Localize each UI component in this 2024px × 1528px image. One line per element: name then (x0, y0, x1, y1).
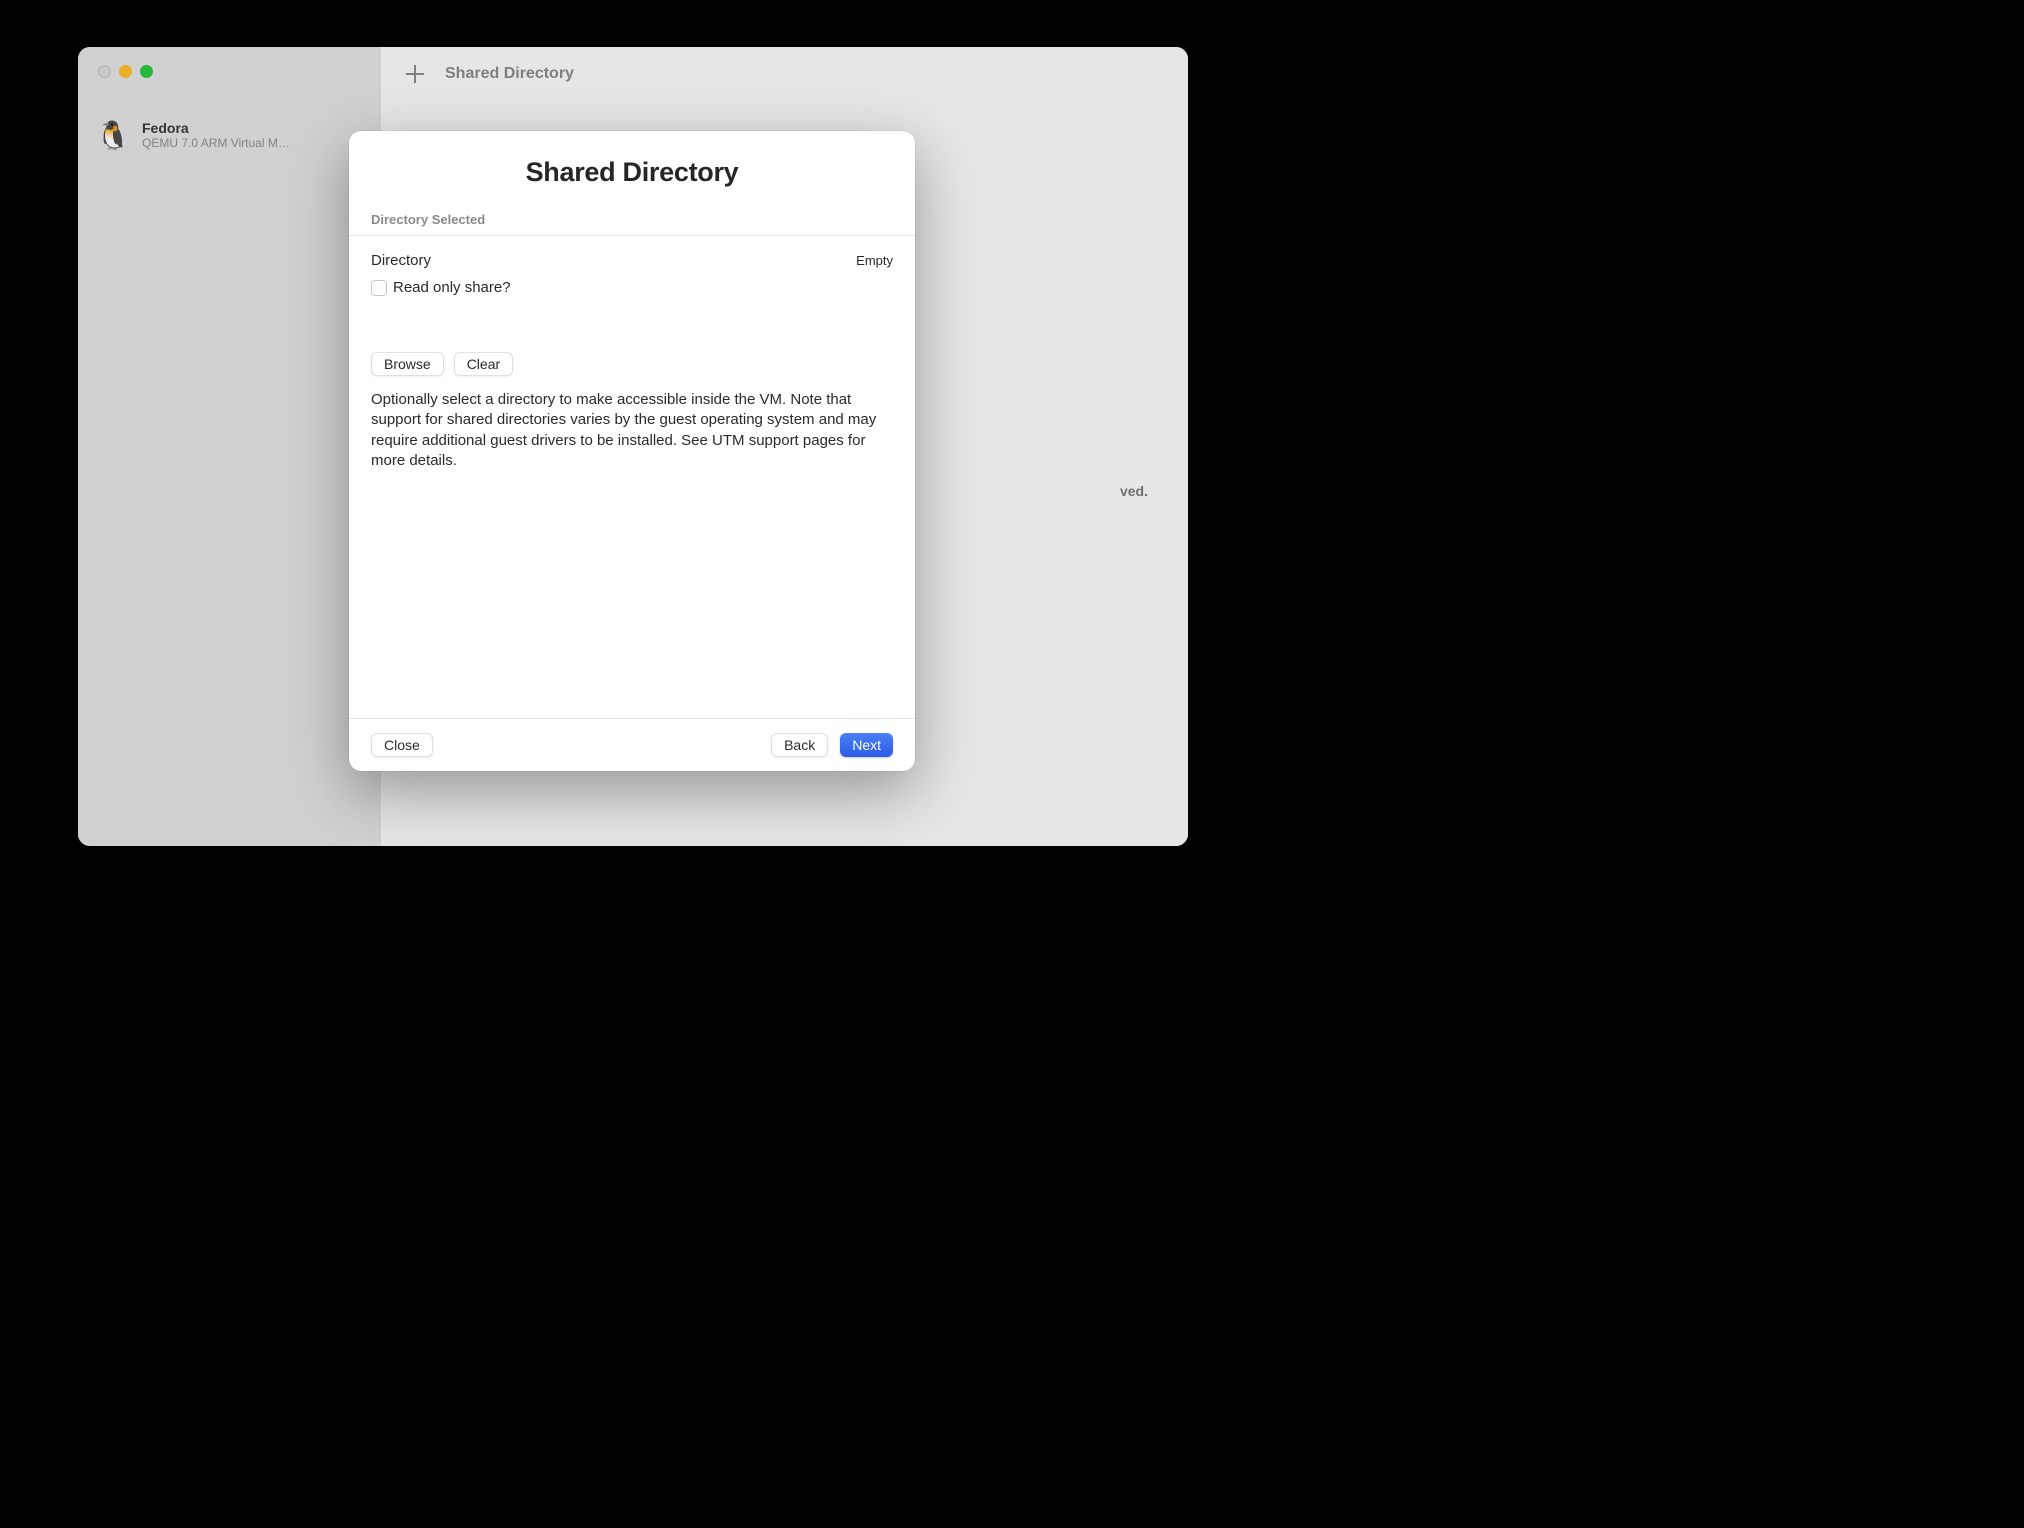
action-buttons: Browse Clear (371, 352, 893, 376)
modal-footer: Close Back Next (349, 718, 915, 771)
help-text: Optionally select a directory to make ac… (371, 390, 893, 471)
window-controls (78, 65, 381, 78)
directory-row[interactable]: Directory Empty (371, 252, 893, 269)
footer-right: Back Next (771, 733, 893, 757)
readonly-checkbox[interactable] (371, 280, 387, 296)
modal-body: Directory Empty Read only share? Browse … (349, 236, 915, 718)
vm-subtitle: QEMU 7.0 ARM Virtual M… (142, 136, 365, 150)
modal-title: Shared Directory (349, 131, 915, 212)
directory-value: Empty (856, 253, 893, 268)
browse-button[interactable]: Browse (371, 352, 444, 376)
vm-name: Fedora (142, 120, 365, 136)
plus-icon[interactable] (405, 64, 425, 84)
background-text-fragment: ved. (1120, 483, 1148, 499)
penguin-icon: 🐧 (94, 116, 132, 154)
minimize-window-button[interactable] (119, 65, 132, 78)
directory-label: Directory (371, 252, 431, 269)
section-header: Directory Selected (349, 212, 915, 235)
vm-info: Fedora QEMU 7.0 ARM Virtual M… (142, 120, 365, 150)
clear-button[interactable]: Clear (454, 352, 513, 376)
close-window-button[interactable] (98, 65, 111, 78)
toolbar: Shared Directory (381, 47, 1188, 101)
vm-list-item[interactable]: 🐧 Fedora QEMU 7.0 ARM Virtual M… (78, 108, 381, 162)
readonly-checkbox-label: Read only share? (393, 279, 511, 296)
readonly-checkbox-row[interactable]: Read only share? (371, 279, 893, 296)
next-button[interactable]: Next (840, 733, 893, 757)
sidebar: 🐧 Fedora QEMU 7.0 ARM Virtual M… (78, 47, 381, 846)
maximize-window-button[interactable] (140, 65, 153, 78)
toolbar-title: Shared Directory (445, 65, 574, 83)
close-button[interactable]: Close (371, 733, 433, 757)
back-button[interactable]: Back (771, 733, 828, 757)
shared-directory-modal: Shared Directory Directory Selected Dire… (349, 131, 915, 771)
